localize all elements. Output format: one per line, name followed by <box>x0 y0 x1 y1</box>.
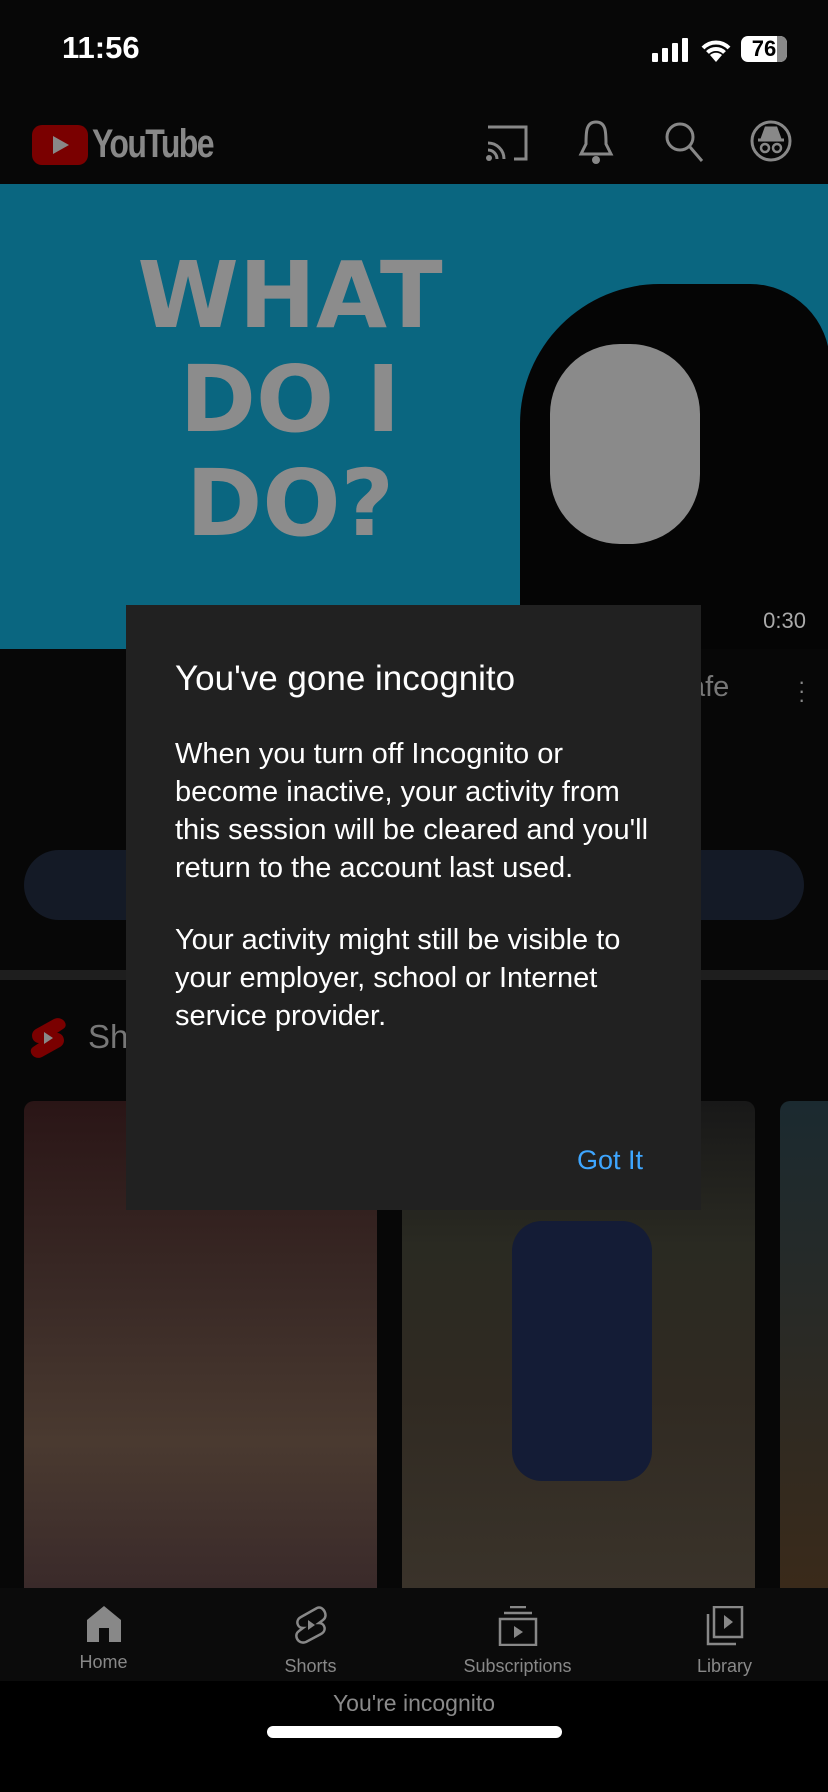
cast-icon[interactable] <box>486 123 530 163</box>
nav-subscriptions[interactable]: Subscriptions <box>414 1588 621 1681</box>
nav-label: Shorts <box>284 1656 337 1676</box>
logo-text: YouTube <box>92 122 215 166</box>
dialog-paragraph: Your activity might still be visible to … <box>175 924 621 1032</box>
battery-level: 76 <box>751 36 777 61</box>
incognito-dialog: You've gone incognito When you turn off … <box>126 605 701 1210</box>
status-bar: 11:56 76 <box>0 0 828 100</box>
youtube-logo[interactable]: YouTube <box>32 122 243 167</box>
shorts-logo-icon <box>30 1018 66 1058</box>
video-thumbnail[interactable]: WHAT DO I DO? 0:30 <box>0 184 828 649</box>
dialog-paragraph: When you turn off Incognito or become in… <box>175 738 649 884</box>
dialog-title: You've gone incognito <box>175 659 516 698</box>
play-logo-icon <box>32 124 88 165</box>
signal-icon <box>652 38 688 62</box>
bottom-nav: Home Shorts Subscriptions Library <box>0 1588 828 1681</box>
video-duration: 0:30 <box>763 608 806 633</box>
nav-shorts[interactable]: Shorts <box>207 1588 414 1681</box>
bell-icon[interactable] <box>578 118 614 166</box>
home-icon <box>86 1606 121 1642</box>
nav-library[interactable]: Library <box>621 1588 828 1681</box>
thumbnail-text: WHAT DO I DO? <box>137 242 443 557</box>
search-icon[interactable] <box>664 121 704 163</box>
subscriptions-icon <box>498 1606 537 1646</box>
nav-home[interactable]: Home <box>0 1588 207 1681</box>
library-icon <box>706 1606 743 1646</box>
more-options-icon[interactable]: · · · <box>798 671 805 711</box>
app-header: YouTube <box>0 100 828 184</box>
wifi-icon <box>701 40 731 62</box>
battery-icon: 76 <box>741 36 787 62</box>
got-it-button[interactable]: Got It <box>577 1145 643 1176</box>
home-indicator[interactable] <box>267 1726 562 1738</box>
shorts-section-title: Sh <box>88 1018 129 1055</box>
short-card[interactable] <box>780 1101 828 1588</box>
dog-illustration <box>520 284 828 649</box>
nav-label: Home <box>79 1652 128 1672</box>
status-time: 11:56 <box>62 30 140 65</box>
incognito-banner: You're incognito <box>332 1690 496 1716</box>
shorts-icon <box>294 1606 327 1644</box>
nav-label: Subscriptions <box>463 1656 572 1676</box>
nav-label: Library <box>696 1656 753 1676</box>
incognito-icon[interactable] <box>750 120 792 162</box>
